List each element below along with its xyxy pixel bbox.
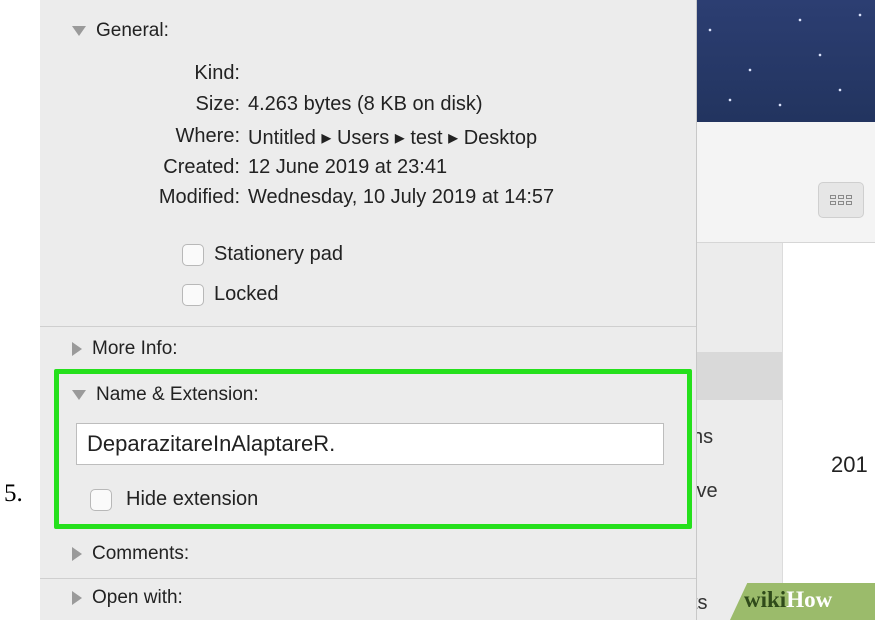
size-label: Size: xyxy=(195,93,240,115)
modified-label: Modified: xyxy=(158,186,240,208)
locked-checkbox[interactable] xyxy=(182,283,204,306)
icon-view-button[interactable] xyxy=(818,182,864,218)
disclosure-triangle-right-icon xyxy=(72,591,82,605)
kind-value xyxy=(248,62,680,85)
created-value: 12 June 2019 at 23:41 xyxy=(248,156,448,178)
created-row: Created: 12 June 2019 at 23:41 xyxy=(80,156,680,179)
comments-header-label: Comments: xyxy=(92,543,190,564)
more-info-section-header[interactable]: More Info: xyxy=(72,338,178,360)
disclosure-triangle-right-icon xyxy=(72,547,82,561)
get-info-panel: General: Kind: Size: 4.263 bytes (8 KB o… xyxy=(40,0,697,620)
step-number: 5. xyxy=(4,480,23,507)
locked-option[interactable]: Locked xyxy=(182,283,279,306)
stationery-pad-option[interactable]: Stationery pad xyxy=(182,243,343,266)
section-divider xyxy=(40,326,696,327)
where-value: Untitled ▸ Users ▸ test ▸ Desktop xyxy=(248,127,538,149)
section-divider xyxy=(40,578,696,579)
more-info-header-label: More Info: xyxy=(92,338,178,359)
wikihow-watermark: wikiHow xyxy=(744,587,833,612)
open-with-header-label: Open with: xyxy=(92,587,183,608)
stationery-pad-label: Stationery pad xyxy=(214,243,343,265)
stationery-pad-checkbox[interactable] xyxy=(182,243,204,266)
where-label: Where: xyxy=(175,125,240,147)
size-value: 4.263 bytes (8 KB on disk) xyxy=(248,93,483,115)
disclosure-triangle-down-icon xyxy=(72,26,86,36)
general-section-header[interactable]: General: xyxy=(72,20,169,42)
general-header-label: General: xyxy=(96,20,169,41)
background-finder-window: 201 ns ive ts xyxy=(690,0,875,620)
finder-content-area: 201 xyxy=(782,243,875,620)
sidebar-selected-item[interactable] xyxy=(690,352,782,400)
desktop-wallpaper xyxy=(690,0,875,122)
modified-row: Modified: Wednesday, 10 July 2019 at 14:… xyxy=(80,186,680,209)
date-fragment: 201 xyxy=(831,452,868,477)
view-grid-icon xyxy=(830,195,852,205)
size-row: Size: 4.263 bytes (8 KB on disk) xyxy=(80,93,680,116)
open-with-section-header[interactable]: Open with: xyxy=(72,587,183,609)
highlight-box xyxy=(54,369,692,529)
modified-value: Wednesday, 10 July 2019 at 14:57 xyxy=(248,186,555,208)
kind-label: Kind: xyxy=(194,62,240,84)
locked-label: Locked xyxy=(214,283,279,305)
created-label: Created: xyxy=(163,156,240,178)
kind-row: Kind: xyxy=(80,62,680,85)
where-row: Where: Untitled ▸ Users ▸ test ▸ Desktop xyxy=(80,125,680,150)
disclosure-triangle-right-icon xyxy=(72,342,82,356)
comments-section-header[interactable]: Comments: xyxy=(72,543,189,565)
